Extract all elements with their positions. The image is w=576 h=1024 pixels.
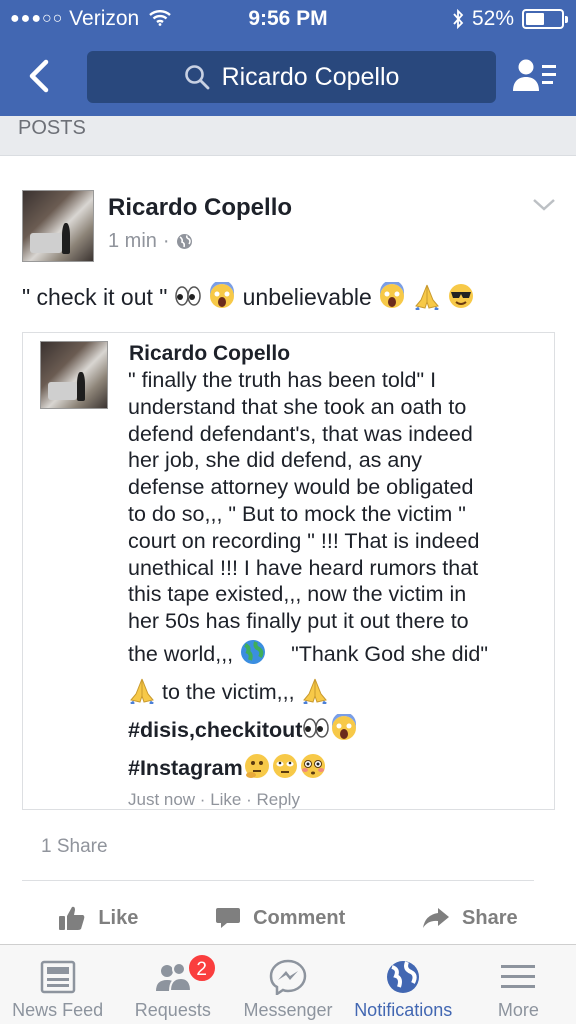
shared-line: the world,,, "Thank God she did" <box>128 635 548 673</box>
shared-line-thank: "Thank God she did" <box>291 641 488 666</box>
post-card: Ricardo Copello 1 min · " check it out "… <box>0 156 576 957</box>
share-count[interactable]: 1 Share <box>41 836 108 858</box>
post-meta: 1 min · <box>108 230 193 253</box>
tab-label: More <box>497 1000 539 1020</box>
eyes-emoji-icon <box>303 718 330 738</box>
meta-separator: · <box>162 230 170 252</box>
messenger-icon <box>269 959 307 995</box>
tab-bar: News Feed 2 Requests Messenger Notificat… <box>0 944 576 1024</box>
shared-line: defend defendant's, that was indeed <box>128 421 473 446</box>
tab-label: Requests <box>134 1000 211 1020</box>
tab-label: Messenger <box>243 1000 333 1020</box>
screaming-face-emoji-icon <box>332 713 357 740</box>
post-author[interactable]: Ricardo Copello <box>108 194 292 222</box>
shared-author-avatar <box>40 341 108 409</box>
battery-fill <box>526 13 544 25</box>
shared-line-world: the world,,, <box>128 641 234 666</box>
praying-hands-emoji-icon <box>414 284 439 310</box>
share-arrow-icon <box>423 908 450 928</box>
top-bar: ●●●○○ Verizon 9:56 PM 52% Ricardo Copell… <box>0 0 576 116</box>
shared-hashtags: #Instagram <box>128 749 548 787</box>
tab-requests[interactable]: 2 Requests <box>115 945 230 1024</box>
shared-line: understand that she took an oath to <box>128 394 467 419</box>
search-text: Ricardo Copello <box>221 62 400 91</box>
shared-line: to the victim,,, <box>128 673 548 711</box>
search-bar[interactable]: Ricardo Copello <box>87 51 496 103</box>
like-label: Like <box>98 906 139 929</box>
back-arrow-icon[interactable] <box>22 56 62 96</box>
eye-roll-face-emoji-icon <box>272 753 297 778</box>
shared-line: unethical !!! I have heard rumors that <box>128 555 479 580</box>
tab-label: News Feed <box>12 1000 104 1020</box>
shared-body: " finally the truth has been told" I und… <box>128 367 548 809</box>
shared-line: " finally the truth has been told" I <box>128 368 437 392</box>
like-button[interactable]: Like <box>58 905 138 931</box>
chevron-down-icon[interactable] <box>532 198 556 212</box>
shared-line: her job, she did defend, as any <box>128 448 423 473</box>
bluetooth-icon <box>453 9 464 29</box>
flushed-face-emoji-icon <box>300 753 325 778</box>
nav-row: Ricardo Copello <box>0 50 576 104</box>
globe-icon <box>387 961 420 993</box>
menu-icon <box>501 965 536 988</box>
screaming-face-emoji-icon <box>380 282 405 308</box>
share-label: Share <box>462 906 518 929</box>
post-actions: Like Comment Share <box>0 888 576 948</box>
author-avatar[interactable] <box>22 190 94 262</box>
shared-line: court on recording " !!! That is indeed <box>128 528 480 553</box>
battery-icon <box>522 9 568 29</box>
requests-badge: 2 <box>186 953 217 983</box>
thinking-face-emoji-icon <box>244 753 269 778</box>
praying-hands-emoji-icon <box>130 678 154 704</box>
comment-label: Comment <box>253 906 346 929</box>
post-time[interactable]: 1 min <box>108 230 157 253</box>
post-text-part1: " check it out " <box>22 284 168 310</box>
shared-hashtags: #disis,checkitout <box>128 711 548 749</box>
shared-line: her 50s has finally put it out there to <box>128 609 469 634</box>
tab-more[interactable]: More <box>461 945 576 1024</box>
shared-line-victim: to the victim,,, <box>161 679 295 704</box>
post-text: " check it out " unbelievable <box>22 282 475 311</box>
shared-tag-instagram: #Instagram <box>128 755 243 780</box>
globe-emoji-icon <box>241 639 266 664</box>
section-header: POSTS <box>0 116 576 156</box>
shared-footer: Just now · Like · Reply <box>128 789 300 809</box>
comment-icon <box>216 908 241 928</box>
search-icon <box>184 65 209 90</box>
shared-line: defense attorney would be obligated <box>128 475 474 500</box>
shared-author: Ricardo Copello <box>129 342 291 365</box>
eyes-emoji-icon <box>175 286 201 306</box>
shared-line: this tape existed,,, now the victim in <box>128 582 467 607</box>
tab-notifications[interactable]: Notifications <box>346 945 461 1024</box>
praying-hands-emoji-icon <box>302 678 327 704</box>
tab-label: Notifications <box>354 1000 453 1020</box>
status-right: 52% <box>452 7 568 31</box>
news-feed-icon <box>40 960 75 994</box>
screaming-face-emoji-icon <box>210 282 235 308</box>
sunglasses-face-emoji-icon <box>448 284 473 308</box>
tab-messenger[interactable]: Messenger <box>230 945 345 1024</box>
share-button[interactable]: Share <box>422 907 518 930</box>
battery-percent: 52% <box>471 7 514 30</box>
status-bar: ●●●○○ Verizon 9:56 PM 52% <box>0 0 576 38</box>
thumbs-up-icon <box>59 906 85 930</box>
shared-tag-disis: #disis <box>128 717 189 742</box>
friend-list-icon[interactable] <box>512 56 558 96</box>
public-globe-icon <box>176 234 192 249</box>
post-text-part2: unbelievable <box>242 284 372 310</box>
shared-content[interactable]: Ricardo Copello " finally the truth has … <box>22 332 555 810</box>
tab-news-feed[interactable]: News Feed <box>0 945 115 1024</box>
shared-line: to do so,,, " But to mock the victim " <box>128 501 466 526</box>
divider <box>22 880 534 881</box>
shared-tag-rest: ,checkitout <box>188 717 303 742</box>
comment-button[interactable]: Comment <box>215 906 345 930</box>
